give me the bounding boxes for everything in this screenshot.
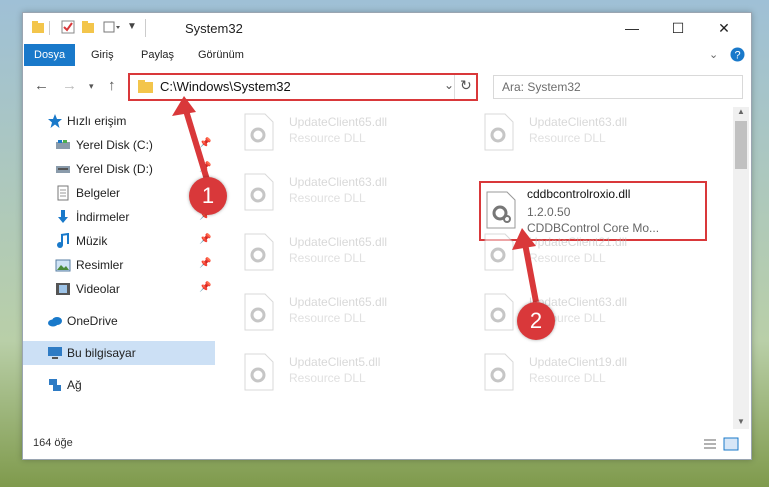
annotation-badge-2: 2 <box>517 302 555 340</box>
annotation-arrowhead-2 <box>512 228 536 250</box>
annotation-badge-1: 1 <box>189 177 227 215</box>
annotation-arrow-1 <box>181 103 211 184</box>
annotation-arrowhead-1 <box>172 96 196 116</box>
annotation-layer <box>172 96 539 303</box>
